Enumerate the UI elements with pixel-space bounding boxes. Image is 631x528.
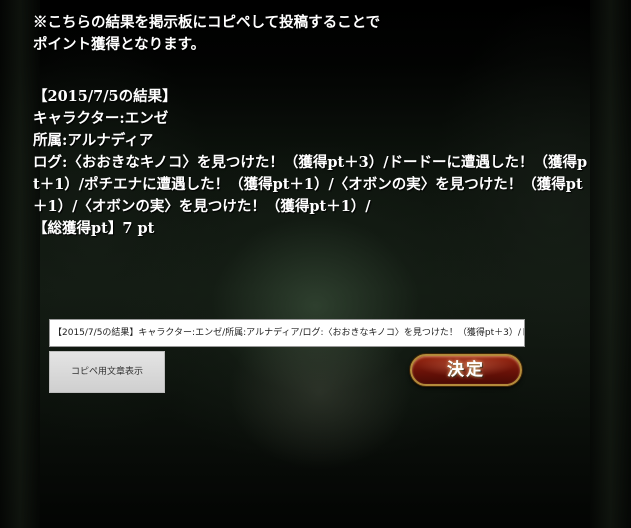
result-log: ログ:〈おおきなキノコ〉を見つけた！（獲得pt＋3）/ドードーに遭遇した！（獲得…	[33, 154, 588, 215]
copy-text-field[interactable]: 【2015/7/5の結果】キャラクター:エンゼ/所属:アルナディア/ログ:〈おお…	[49, 319, 525, 347]
game-screen: ※こちらの結果を掲示板にコピペして投稿することで ポイント獲得となります。 【2…	[0, 0, 631, 528]
result-date-header: 【2015/7/5の結果】	[33, 88, 177, 105]
tree-trunk-right	[590, 0, 631, 528]
decide-button[interactable]: 決定	[410, 354, 522, 386]
show-copy-text-button[interactable]: コピペ用文章表示	[49, 351, 165, 393]
instruction-line-2: ポイント獲得となります。	[33, 36, 206, 53]
instruction-line-1: ※こちらの結果を掲示板にコピペして投稿することで	[33, 14, 381, 31]
affiliation: 所属:アルナディア	[33, 132, 154, 149]
result-text-block: ※こちらの結果を掲示板にコピペして投稿することで ポイント獲得となります。 【2…	[33, 12, 593, 240]
character-name: キャラクター:エンゼ	[33, 110, 169, 127]
total-points: 【総獲得pt】7 pt	[33, 220, 155, 237]
